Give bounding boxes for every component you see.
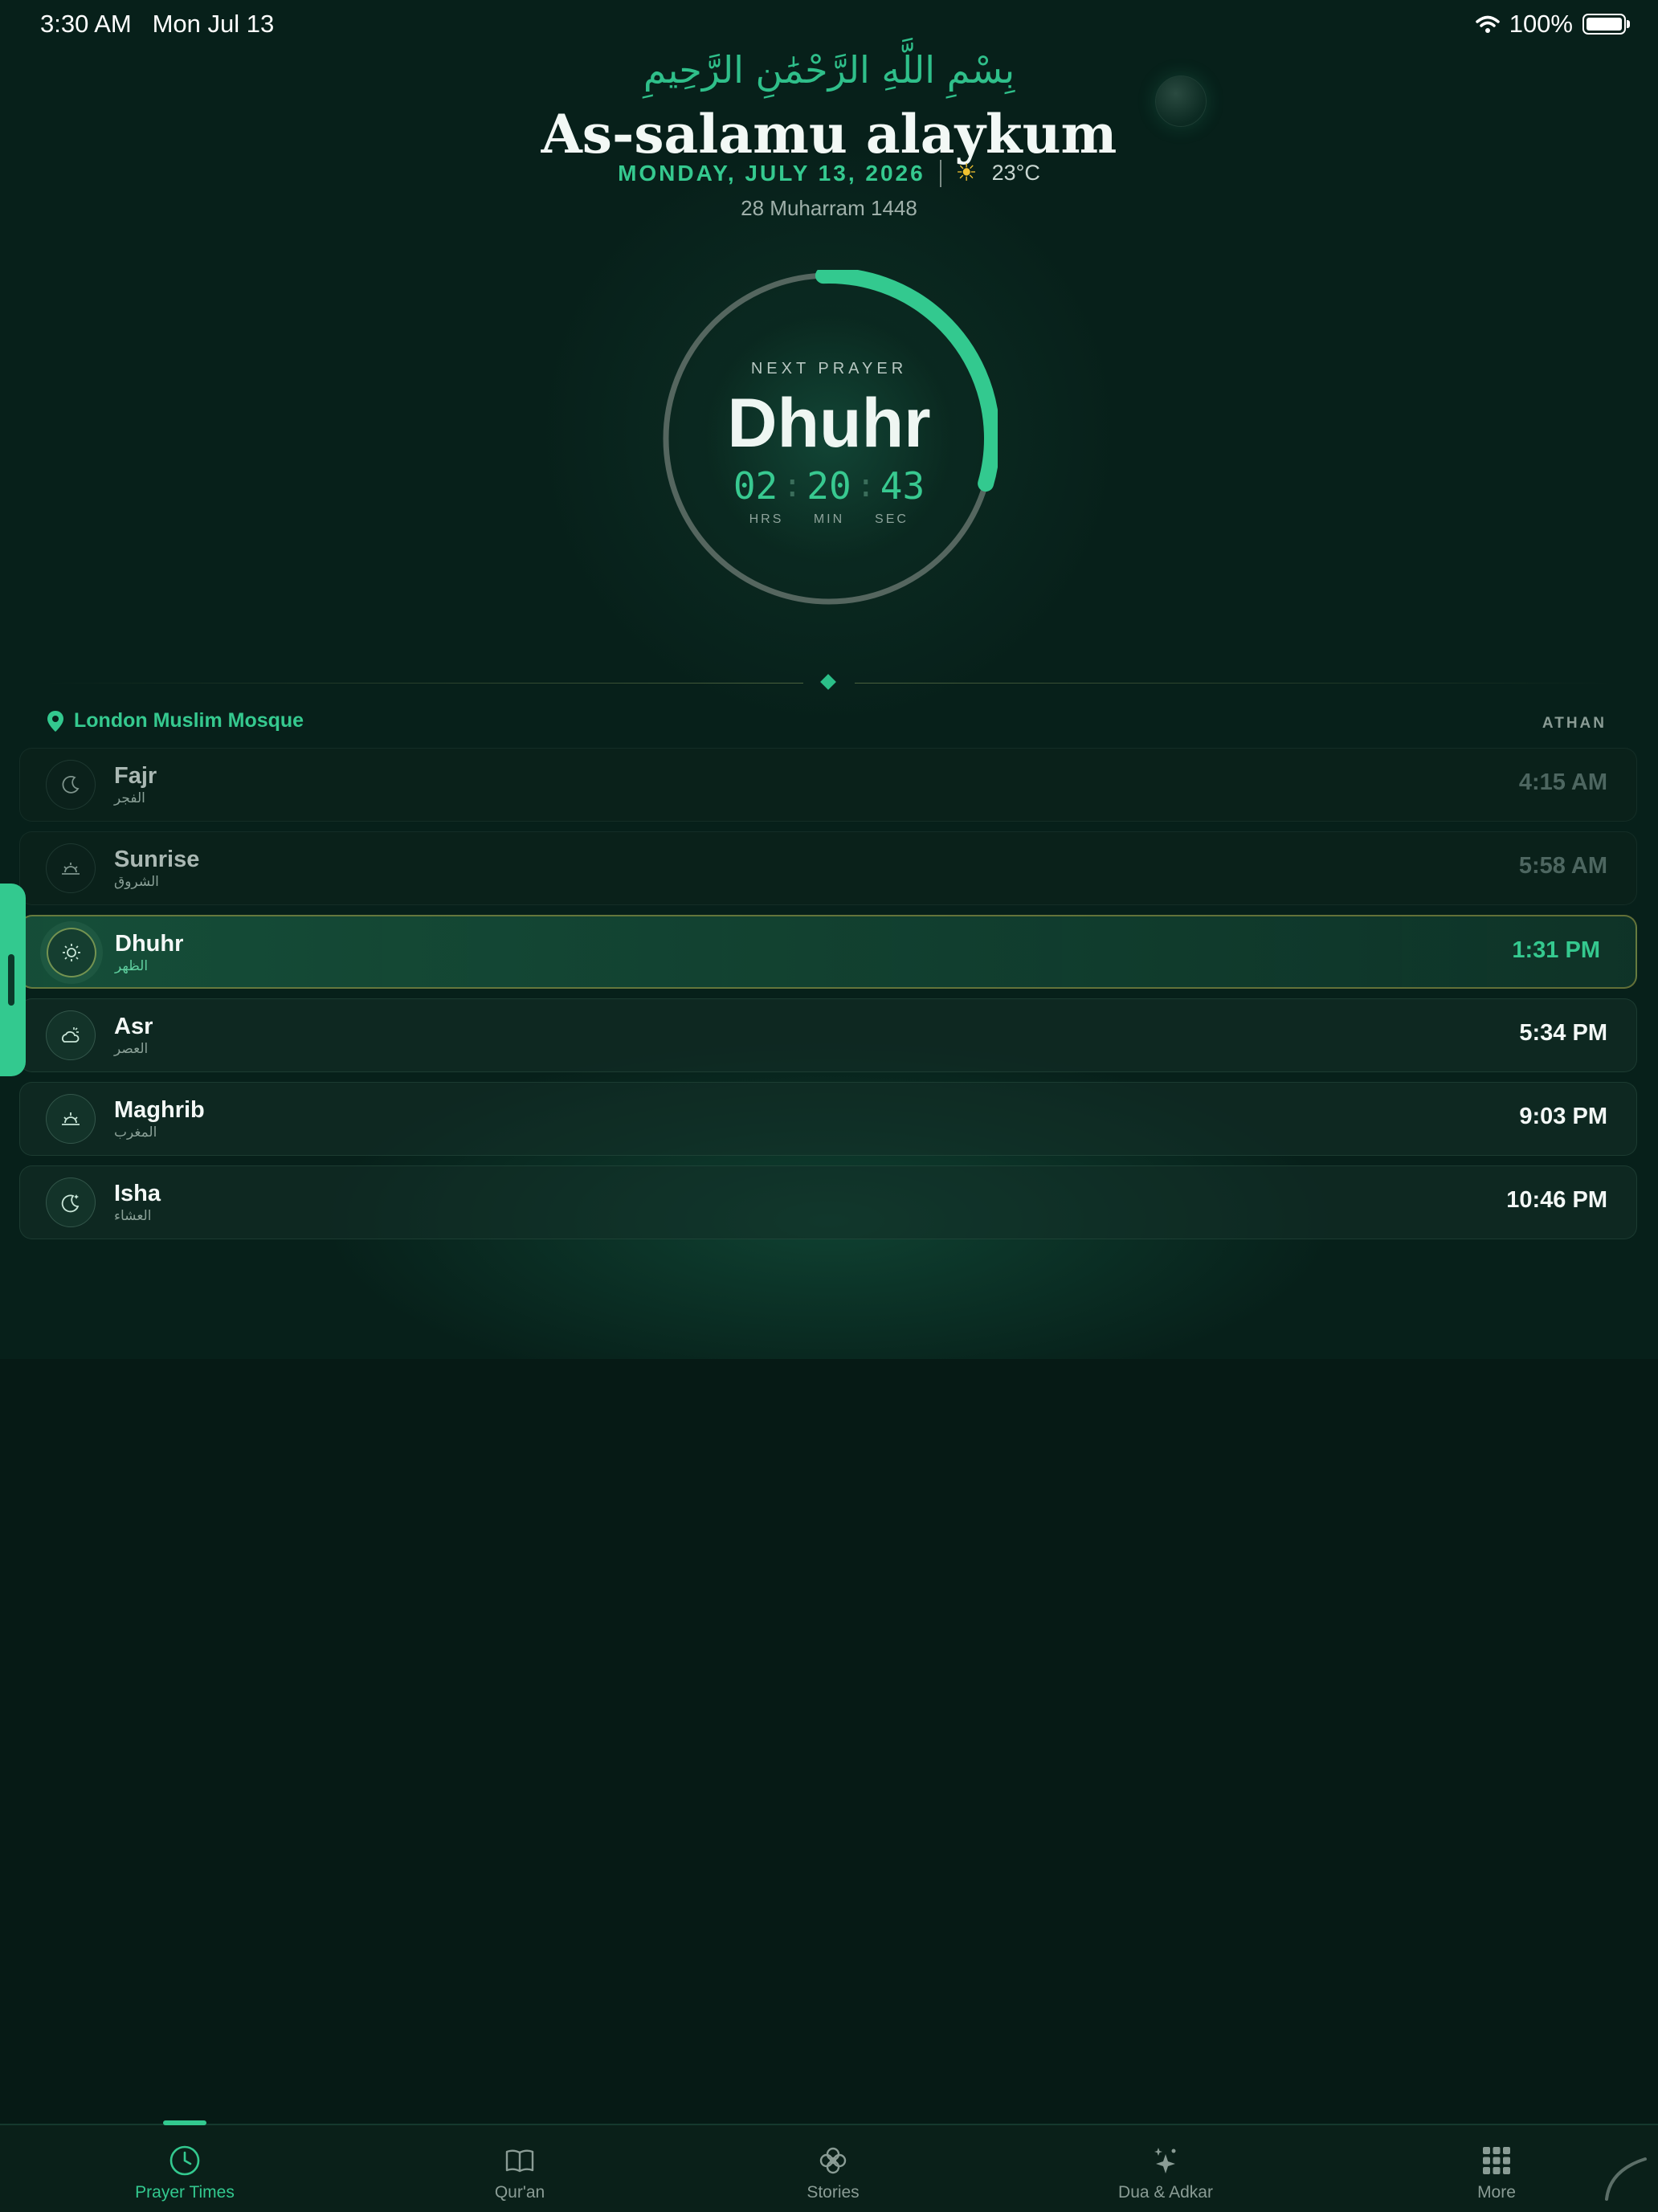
tab-dua-adkar[interactable]: Dua & Adkar	[1045, 2125, 1286, 2212]
prayer-icon-badge	[46, 843, 96, 893]
status-date: Mon Jul 13	[152, 10, 275, 38]
sun-icon	[63, 944, 80, 961]
hijri-date: 28 Muharram 1448	[741, 196, 917, 220]
tab-prayer-times[interactable]: Prayer Times	[64, 2125, 305, 2212]
moon-icon	[62, 775, 80, 794]
date-weather-line: MONDAY, JULY 13, 2026 ☀ 23°C	[0, 159, 1658, 187]
tab-label: Qur'an	[494, 2183, 545, 2202]
section-divider	[45, 674, 1613, 690]
prayer-row-maghrib[interactable]: Maghrib المغرب 9:03 PM	[19, 1082, 1637, 1156]
side-drawer-handle[interactable]	[0, 884, 26, 1076]
battery-percent: 100%	[1509, 10, 1573, 38]
prayer-time: 1:31 PM	[1512, 937, 1600, 963]
prayer-icon-badge	[46, 1010, 96, 1060]
prayer-icon-badge	[46, 760, 96, 810]
prayer-row-fajr[interactable]: Fajr الفجر 4:15 AM	[19, 748, 1637, 822]
prayer-row-dhuhr[interactable]: Dhuhr الظهر 1:31 PM	[19, 915, 1637, 989]
divider-line-left	[45, 683, 803, 684]
next-prayer-name: Dhuhr	[727, 385, 931, 462]
clock-icon	[169, 2145, 200, 2176]
tab-label: More	[1477, 2183, 1516, 2202]
book-icon	[505, 2149, 534, 2173]
status-bar-left: 3:30 AM Mon Jul 13	[40, 10, 274, 39]
mosque-location[interactable]: London Muslim Mosque	[47, 709, 304, 733]
countdown-hours: 02	[733, 464, 778, 508]
prayer-icon-badge	[46, 1177, 96, 1227]
countdown-colon: :	[782, 467, 802, 504]
countdown-seconds: 43	[880, 464, 925, 508]
prayer-row-sunrise[interactable]: Sunrise الشروق 5:58 AM	[19, 831, 1637, 905]
next-prayer-ring: NEXT PRAYER Dhuhr 02 : 20 : 43 HRS MIN S…	[660, 270, 998, 607]
unit-minutes: MIN	[813, 512, 845, 526]
next-prayer-label: NEXT PRAYER	[750, 360, 908, 378]
prayer-row-asr[interactable]: Asr العصر 5:34 PM	[19, 998, 1637, 1072]
prayer-name: Asr	[114, 1014, 153, 1039]
grid-icon	[1483, 2147, 1510, 2174]
battery-icon	[1582, 14, 1630, 35]
moon-star-icon	[61, 1194, 80, 1213]
divider-line-right	[855, 683, 1613, 684]
prayer-icon-badge	[46, 1094, 96, 1144]
gregorian-date: MONDAY, JULY 13, 2026	[618, 160, 925, 186]
prayer-name: Dhuhr	[115, 931, 184, 957]
status-bar-right: 100%	[1475, 10, 1630, 39]
cloud-sun-icon	[62, 1027, 80, 1043]
countdown: 02 : 20 : 43	[660, 464, 998, 508]
prayer-name: Isha	[114, 1181, 161, 1206]
prayer-arabic-name: الظهر	[115, 958, 149, 974]
countdown-colon: :	[856, 467, 876, 504]
prayer-name: Fajr	[114, 763, 157, 789]
tab-stories[interactable]: Stories	[713, 2125, 954, 2212]
prayer-arabic-name: العصر	[114, 1041, 149, 1057]
countdown-units: HRS MIN SEC	[660, 512, 998, 527]
sparkles-icon	[1154, 2148, 1176, 2173]
prayer-name: Sunrise	[114, 847, 200, 872]
tab-bar: Prayer Times Qur'an Stories Dua & Adkar …	[0, 2120, 1658, 2212]
prayer-arabic-name: المغرب	[114, 1124, 157, 1141]
unit-seconds: SEC	[875, 512, 909, 526]
prayer-time: 10:46 PM	[1506, 1187, 1607, 1213]
prayer-row-isha[interactable]: Isha العشاء 10:46 PM	[19, 1165, 1637, 1239]
prayer-time: 9:03 PM	[1519, 1104, 1607, 1129]
mosque-name: London Muslim Mosque	[74, 709, 304, 732]
location-pin-icon	[47, 710, 63, 732]
temperature: 23°C	[991, 161, 1040, 185]
athan-column-header: ATHAN	[1542, 715, 1607, 732]
tab-label: Prayer Times	[135, 2183, 235, 2202]
status-time: 3:30 AM	[40, 10, 132, 38]
sunset-icon	[62, 1112, 80, 1125]
resize-corner-icon[interactable]	[1602, 2154, 1650, 2202]
countdown-minutes: 20	[807, 464, 851, 508]
prayer-name: Maghrib	[114, 1097, 205, 1123]
greeting-title: As-salamu alaykum	[541, 103, 1117, 165]
flower-icon	[819, 2147, 847, 2174]
sun-icon: ☀	[955, 160, 978, 186]
unit-hours: HRS	[749, 512, 784, 526]
prayer-arabic-name: الشروق	[114, 874, 159, 890]
prayer-arabic-name: الفجر	[114, 790, 145, 806]
prayer-icon-badge	[47, 928, 96, 977]
prayer-time: 4:15 AM	[1518, 769, 1607, 795]
tab-label: Stories	[807, 2183, 860, 2202]
sunrise-icon	[62, 863, 80, 875]
tab-more[interactable]: More	[1376, 2125, 1617, 2212]
tab-quran[interactable]: Qur'an	[399, 2125, 640, 2212]
wifi-icon	[1475, 15, 1500, 33]
tab-label: Dua & Adkar	[1118, 2183, 1213, 2202]
prayer-arabic-name: العشاء	[114, 1208, 152, 1224]
prayer-time: 5:34 PM	[1519, 1020, 1607, 1046]
basmala: بِسْمِ اللَّهِ الرَّحْمَٰنِ الرَّحِيمِ	[643, 48, 1015, 92]
prayer-time: 5:58 AM	[1518, 853, 1607, 879]
date-separator	[939, 159, 941, 187]
